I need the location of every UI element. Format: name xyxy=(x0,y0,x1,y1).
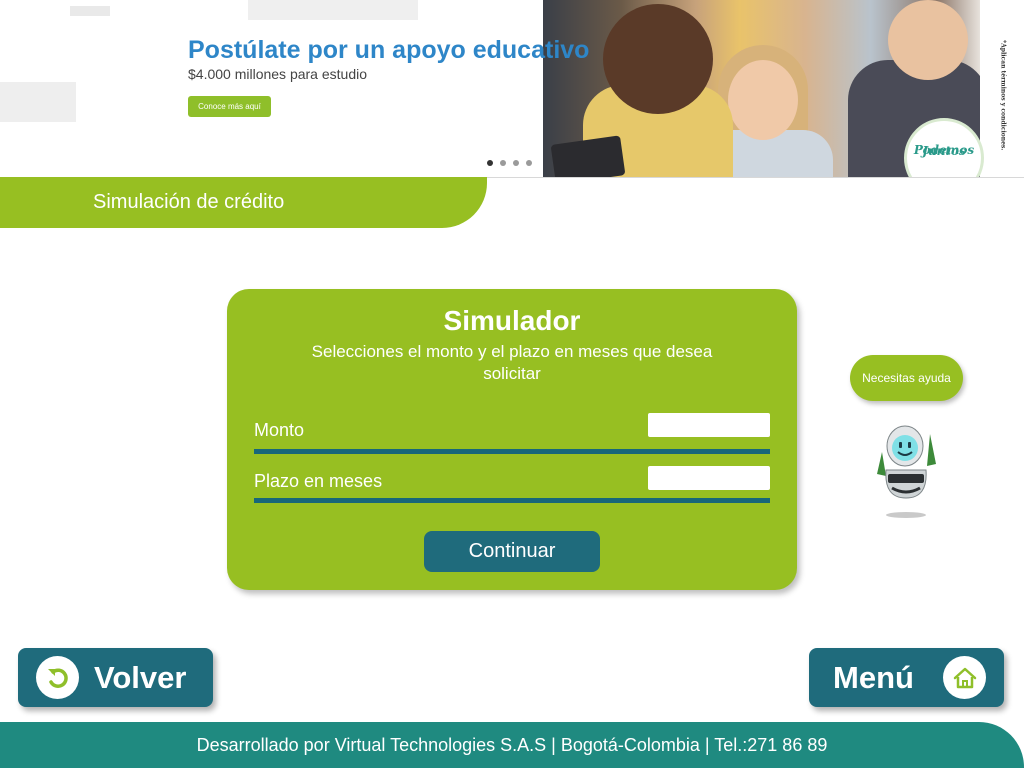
menu-button[interactable]: Menú xyxy=(809,648,1004,707)
home-icon xyxy=(943,656,986,699)
carousel-dot-1[interactable] xyxy=(487,160,493,166)
carousel-dot-4[interactable] xyxy=(526,160,532,166)
plazo-underline xyxy=(254,498,770,503)
banner-cta-button[interactable]: Conoce más aquí xyxy=(188,96,271,117)
footer-credits: Desarrollado por Virtual Technologies S.… xyxy=(196,735,828,755)
paper-texture xyxy=(70,6,110,16)
paper-texture xyxy=(0,82,76,122)
undo-arrow-icon xyxy=(36,656,79,699)
monto-underline xyxy=(254,449,770,454)
banner-legal-text: *Aplican términos y condiciones. xyxy=(999,39,1007,151)
monto-label: Monto xyxy=(254,420,305,440)
logo-text-2: Podemos xyxy=(913,143,975,157)
back-button[interactable]: Volver xyxy=(18,648,213,707)
page-title: Simulación de crédito xyxy=(93,191,285,213)
banner-subtitle: $4.000 millones para estudio xyxy=(188,66,368,82)
carousel-dot-2[interactable] xyxy=(500,160,506,166)
continue-button[interactable]: Continuar xyxy=(424,531,600,572)
carousel-dot-3[interactable] xyxy=(513,160,519,166)
section-header: Simulación de crédito xyxy=(0,177,487,228)
monto-input[interactable] xyxy=(648,413,770,437)
simulator-card: Simulador Selecciones el monto y el plaz… xyxy=(227,289,797,590)
simulator-description: Selecciones el monto y el plazo en meses… xyxy=(311,342,713,383)
menu-label: Menú xyxy=(833,660,914,695)
help-button[interactable]: Necesitas ayuda xyxy=(850,355,963,401)
back-label: Volver xyxy=(94,660,187,695)
banner-title: Postúlate por un apoyo educativo xyxy=(188,36,590,64)
promo-banner: Postúlate por un apoyo educativo $4.000 … xyxy=(0,0,1024,178)
footer: Desarrollado por Virtual Technologies S.… xyxy=(0,722,1024,768)
simulator-title: Simulador xyxy=(443,305,581,336)
plazo-input[interactable] xyxy=(648,466,770,490)
plazo-label: Plazo en meses xyxy=(254,471,383,491)
carousel-dots xyxy=(487,160,532,166)
robot-assistant-icon[interactable] xyxy=(874,422,938,522)
paper-texture xyxy=(248,0,418,20)
